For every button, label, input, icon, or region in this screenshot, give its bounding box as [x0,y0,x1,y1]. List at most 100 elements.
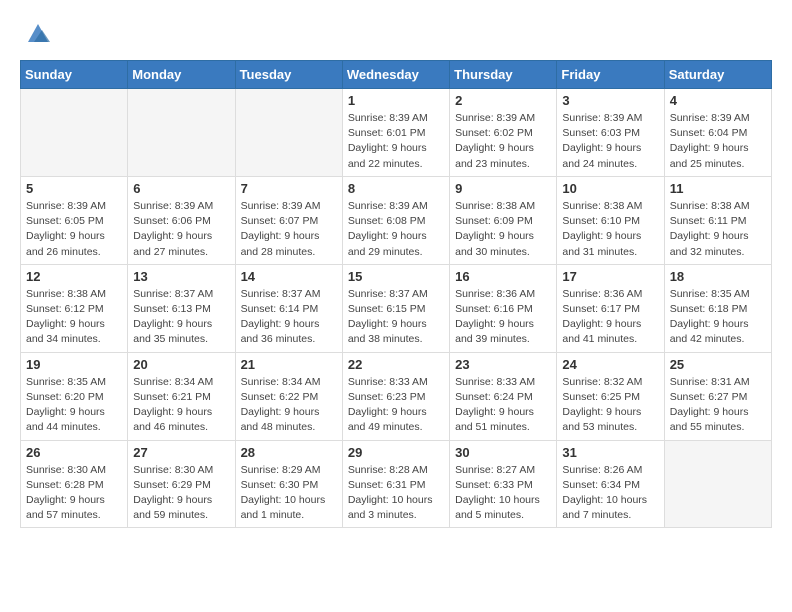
day-number: 14 [241,269,337,284]
calendar-cell: 22Sunrise: 8:33 AM Sunset: 6:23 PM Dayli… [342,352,449,440]
weekday-header-tuesday: Tuesday [235,61,342,89]
day-number: 10 [562,181,658,196]
calendar-cell: 27Sunrise: 8:30 AM Sunset: 6:29 PM Dayli… [128,440,235,528]
calendar-cell: 31Sunrise: 8:26 AM Sunset: 6:34 PM Dayli… [557,440,664,528]
day-info: Sunrise: 8:38 AM Sunset: 6:11 PM Dayligh… [670,199,766,260]
day-info: Sunrise: 8:30 AM Sunset: 6:29 PM Dayligh… [133,463,229,524]
weekday-header-sunday: Sunday [21,61,128,89]
day-number: 28 [241,445,337,460]
calendar-cell: 8 Sunrise: 8:39 AM Sunset: 6:08 PM Daylig… [342,176,449,264]
header [20,18,772,48]
calendar-cell: 15 Sunrise: 8:37 AM Sunset: 6:15 PM Dayli… [342,264,449,352]
calendar-cell [21,89,128,177]
day-number: 18 [670,269,766,284]
calendar-cell: 9 Sunrise: 8:38 AM Sunset: 6:09 PM Daylig… [450,176,557,264]
calendar-cell [128,89,235,177]
calendar-week-4: 19 Sunrise: 8:35 AM Sunset: 6:20 PM Dayli… [21,352,772,440]
calendar-cell: 30Sunrise: 8:27 AM Sunset: 6:33 PM Dayli… [450,440,557,528]
day-info: Sunrise: 8:35 AM Sunset: 6:20 PM Dayligh… [26,375,122,436]
logo-icon [24,18,52,46]
day-number: 6 [133,181,229,196]
calendar-cell: 19 Sunrise: 8:35 AM Sunset: 6:20 PM Dayli… [21,352,128,440]
calendar-cell: 17 Sunrise: 8:36 AM Sunset: 6:17 PM Dayli… [557,264,664,352]
weekday-header-monday: Monday [128,61,235,89]
day-number: 12 [26,269,122,284]
day-info: Sunrise: 8:38 AM Sunset: 6:12 PM Dayligh… [26,287,122,348]
page: SundayMondayTuesdayWednesdayThursdayFrid… [0,0,792,546]
day-number: 21 [241,357,337,372]
day-info: Sunrise: 8:39 AM Sunset: 6:01 PM Dayligh… [348,111,444,172]
day-info: Sunrise: 8:39 AM Sunset: 6:08 PM Dayligh… [348,199,444,260]
calendar-cell: 4 Sunrise: 8:39 AM Sunset: 6:04 PM Daylig… [664,89,771,177]
day-number: 5 [26,181,122,196]
calendar-cell [235,89,342,177]
calendar-cell: 23Sunrise: 8:33 AM Sunset: 6:24 PM Dayli… [450,352,557,440]
day-number: 31 [562,445,658,460]
calendar-week-3: 12 Sunrise: 8:38 AM Sunset: 6:12 PM Dayli… [21,264,772,352]
calendar-cell: 3Sunrise: 8:39 AM Sunset: 6:03 PM Daylig… [557,89,664,177]
day-number: 19 [26,357,122,372]
day-info: Sunrise: 8:37 AM Sunset: 6:13 PM Dayligh… [133,287,229,348]
day-number: 2 [455,93,551,108]
calendar-cell: 13 Sunrise: 8:37 AM Sunset: 6:13 PM Dayli… [128,264,235,352]
day-info: Sunrise: 8:30 AM Sunset: 6:28 PM Dayligh… [26,463,122,524]
calendar-cell: 16 Sunrise: 8:36 AM Sunset: 6:16 PM Dayli… [450,264,557,352]
day-number: 17 [562,269,658,284]
day-number: 9 [455,181,551,196]
day-info: Sunrise: 8:31 AM Sunset: 6:27 PM Dayligh… [670,375,766,436]
day-info: Sunrise: 8:37 AM Sunset: 6:15 PM Dayligh… [348,287,444,348]
day-info: Sunrise: 8:34 AM Sunset: 6:21 PM Dayligh… [133,375,229,436]
calendar-cell: 11 Sunrise: 8:38 AM Sunset: 6:11 PM Dayli… [664,176,771,264]
day-number: 29 [348,445,444,460]
day-number: 4 [670,93,766,108]
weekday-header-wednesday: Wednesday [342,61,449,89]
day-number: 11 [670,181,766,196]
day-info: Sunrise: 8:36 AM Sunset: 6:17 PM Dayligh… [562,287,658,348]
calendar-cell: 18Sunrise: 8:35 AM Sunset: 6:18 PM Dayli… [664,264,771,352]
day-info: Sunrise: 8:28 AM Sunset: 6:31 PM Dayligh… [348,463,444,524]
calendar-cell: 12 Sunrise: 8:38 AM Sunset: 6:12 PM Dayli… [21,264,128,352]
calendar-cell: 1Sunrise: 8:39 AM Sunset: 6:01 PM Daylig… [342,89,449,177]
day-info: Sunrise: 8:39 AM Sunset: 6:07 PM Dayligh… [241,199,337,260]
calendar-week-1: 1Sunrise: 8:39 AM Sunset: 6:01 PM Daylig… [21,89,772,177]
calendar-week-5: 26 Sunrise: 8:30 AM Sunset: 6:28 PM Dayli… [21,440,772,528]
day-number: 16 [455,269,551,284]
day-info: Sunrise: 8:39 AM Sunset: 6:06 PM Dayligh… [133,199,229,260]
weekday-header-thursday: Thursday [450,61,557,89]
day-number: 7 [241,181,337,196]
day-number: 30 [455,445,551,460]
calendar-cell: 28 Sunrise: 8:29 AM Sunset: 6:30 PM Dayli… [235,440,342,528]
day-info: Sunrise: 8:38 AM Sunset: 6:09 PM Dayligh… [455,199,551,260]
calendar-cell: 7 Sunrise: 8:39 AM Sunset: 6:07 PM Daylig… [235,176,342,264]
day-info: Sunrise: 8:33 AM Sunset: 6:23 PM Dayligh… [348,375,444,436]
day-number: 13 [133,269,229,284]
weekday-header-friday: Friday [557,61,664,89]
calendar-cell: 25 Sunrise: 8:31 AM Sunset: 6:27 PM Dayli… [664,352,771,440]
calendar-cell: 2 Sunrise: 8:39 AM Sunset: 6:02 PM Daylig… [450,89,557,177]
calendar-cell: 26 Sunrise: 8:30 AM Sunset: 6:28 PM Dayli… [21,440,128,528]
logo [20,18,52,48]
day-number: 15 [348,269,444,284]
day-info: Sunrise: 8:29 AM Sunset: 6:30 PM Dayligh… [241,463,337,524]
day-number: 8 [348,181,444,196]
day-info: Sunrise: 8:39 AM Sunset: 6:02 PM Dayligh… [455,111,551,172]
calendar-cell: 29 Sunrise: 8:28 AM Sunset: 6:31 PM Dayli… [342,440,449,528]
calendar-cell: 14Sunrise: 8:37 AM Sunset: 6:14 PM Dayli… [235,264,342,352]
calendar-table: SundayMondayTuesdayWednesdayThursdayFrid… [20,60,772,528]
day-info: Sunrise: 8:39 AM Sunset: 6:04 PM Dayligh… [670,111,766,172]
day-number: 3 [562,93,658,108]
calendar-week-2: 5 Sunrise: 8:39 AM Sunset: 6:05 PM Daylig… [21,176,772,264]
day-number: 24 [562,357,658,372]
calendar-cell: 5 Sunrise: 8:39 AM Sunset: 6:05 PM Daylig… [21,176,128,264]
weekday-header-saturday: Saturday [664,61,771,89]
calendar-cell: 10 Sunrise: 8:38 AM Sunset: 6:10 PM Dayli… [557,176,664,264]
day-number: 26 [26,445,122,460]
day-number: 25 [670,357,766,372]
day-info: Sunrise: 8:34 AM Sunset: 6:22 PM Dayligh… [241,375,337,436]
calendar-cell [664,440,771,528]
day-info: Sunrise: 8:36 AM Sunset: 6:16 PM Dayligh… [455,287,551,348]
calendar-cell: 6 Sunrise: 8:39 AM Sunset: 6:06 PM Daylig… [128,176,235,264]
day-info: Sunrise: 8:38 AM Sunset: 6:10 PM Dayligh… [562,199,658,260]
day-info: Sunrise: 8:39 AM Sunset: 6:05 PM Dayligh… [26,199,122,260]
calendar-cell: 24Sunrise: 8:32 AM Sunset: 6:25 PM Dayli… [557,352,664,440]
